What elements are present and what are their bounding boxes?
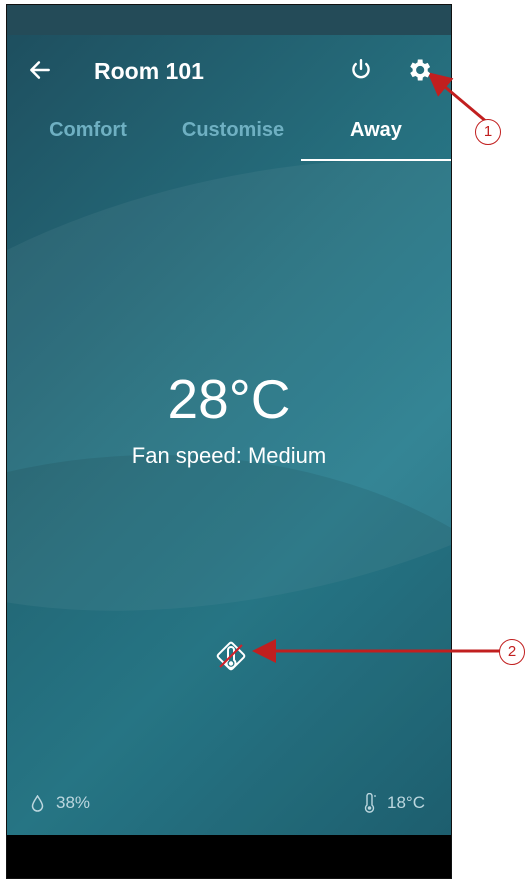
ambient-temperature-readout: 18°C: [363, 793, 425, 813]
fan-speed-label: Fan speed: Medium: [131, 443, 327, 468]
arrow-left-icon[interactable]: [27, 57, 53, 83]
power-icon[interactable]: [348, 57, 374, 83]
gear-icon[interactable]: [405, 56, 433, 84]
tab-label: Away: [350, 119, 402, 141]
tab-away[interactable]: Away: [301, 119, 451, 161]
thermometer-off-icon[interactable]: [211, 636, 251, 676]
mode-tabs: Comfort Customise Away: [7, 119, 451, 161]
active-tab-indicator: [301, 159, 451, 161]
tab-label: Comfort: [49, 119, 127, 141]
humidity-value: 38%: [56, 793, 91, 812]
phone-frame: Room 101 Comfort Customise Away 28°C Fan…: [6, 4, 452, 879]
callout-1: 1: [475, 119, 501, 145]
setpoint-temperature: 28°C: [167, 368, 291, 430]
tab-label: Customise: [181, 119, 285, 141]
droplet-icon: [31, 794, 44, 812]
top-bar: Room 101: [7, 35, 451, 115]
room-screen: Room 101 Comfort Customise Away 28°C Fan…: [7, 35, 451, 835]
humidity-readout: 38%: [31, 793, 90, 813]
callout-2: 2: [499, 639, 525, 665]
thermometer-icon: [364, 793, 377, 813]
status-bar: [7, 5, 451, 35]
tab-customise[interactable]: Customise: [167, 119, 299, 161]
ambient-temperature-value: 18°C: [387, 793, 425, 812]
page-title: Room 101: [94, 58, 204, 84]
tab-comfort[interactable]: Comfort: [33, 119, 143, 161]
